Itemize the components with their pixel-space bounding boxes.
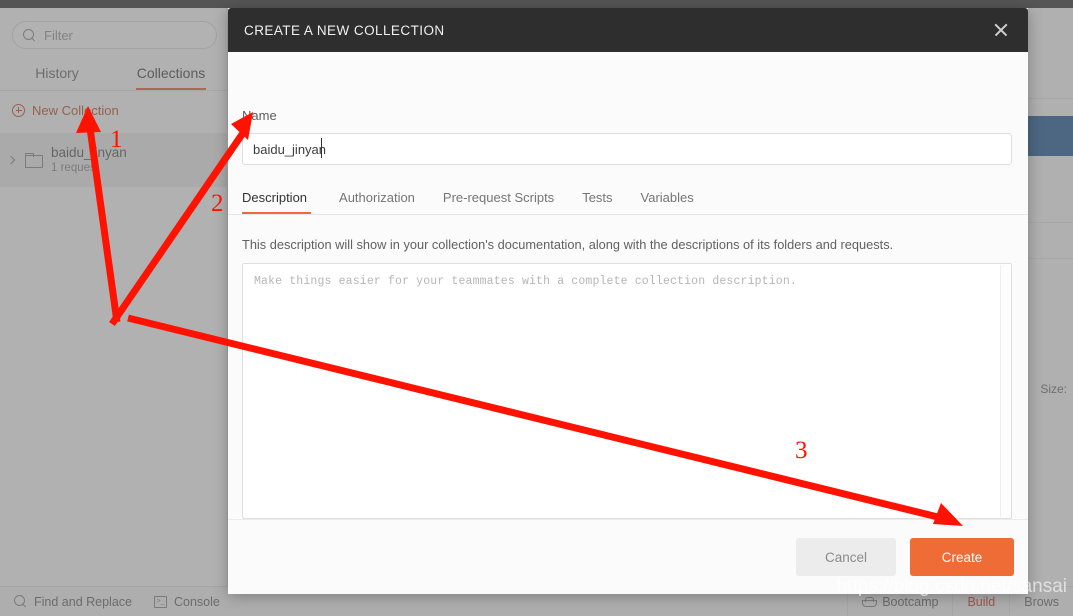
list-item[interactable]: baidu_jinyan 1 request [0, 133, 228, 187]
chevron-right-icon[interactable] [6, 155, 16, 165]
tab-history[interactable]: History [0, 58, 114, 90]
collection-name: baidu_jinyan [51, 144, 127, 160]
tab-description[interactable]: Description [242, 190, 325, 214]
find-and-replace-label: Find and Replace [34, 594, 132, 609]
new-collection-button[interactable]: New Collection [0, 98, 228, 122]
background-blue-button[interactable] [1025, 116, 1073, 156]
console-label: Console [173, 594, 220, 609]
name-input[interactable] [242, 133, 1012, 165]
name-field-label: Name [242, 108, 277, 123]
tab-pre-request-scripts[interactable]: Pre-request Scripts [429, 190, 568, 214]
new-collection-label: New Collection [32, 102, 119, 118]
modal-header: CREATE A NEW COLLECTION [228, 8, 1028, 52]
tab-authorization[interactable]: Authorization [325, 190, 429, 214]
folder-icon [25, 153, 43, 168]
text-caret [321, 138, 322, 158]
tab-collections[interactable]: Collections [114, 58, 228, 90]
statusbar-left-group: Find and Replace >_ Console [0, 595, 220, 609]
textarea-scrollbar[interactable] [1000, 265, 1010, 517]
console-icon: >_ [153, 595, 167, 608]
search-icon [14, 595, 27, 608]
create-button[interactable]: Create [910, 538, 1014, 576]
close-icon[interactable] [990, 19, 1012, 41]
collection-text: baidu_jinyan 1 request [51, 145, 127, 176]
sidebar-tabs: History Collections [0, 58, 228, 91]
modal-footer: Cancel Create [228, 519, 1028, 594]
sidebar: Filter History Collections New Collectio… [0, 8, 228, 586]
postman-app-window: mples 0 s Size: Filter History Collectio… [0, 0, 1073, 616]
find-and-replace-button[interactable]: Find and Replace [14, 595, 132, 609]
create-collection-modal: CREATE A NEW COLLECTION Name Description… [228, 8, 1028, 594]
tab-variables[interactable]: Variables [627, 190, 708, 214]
console-button[interactable]: >_ Console [153, 594, 220, 609]
description-textarea[interactable]: Make things easier for your teammates wi… [242, 263, 1012, 519]
tab-tests[interactable]: Tests [568, 190, 626, 214]
modal-body: Name Description Authorization Pre-reque… [228, 52, 1028, 545]
window-titlebar [0, 0, 1073, 8]
cancel-button[interactable]: Cancel [796, 538, 896, 576]
modal-title: CREATE A NEW COLLECTION [244, 22, 445, 38]
plus-circle-icon [12, 103, 25, 117]
graduation-cap-icon [862, 596, 878, 607]
search-input[interactable]: Filter [12, 21, 217, 49]
search-placeholder: Filter [44, 27, 73, 43]
background-size-label: Size: [1040, 382, 1067, 396]
modal-tabs: Description Authorization Pre-request Sc… [228, 181, 1028, 215]
description-help-text: This description will show in your colle… [242, 237, 894, 252]
bootcamp-label: Bootcamp [882, 594, 939, 609]
collection-request-count: 1 request [51, 161, 99, 174]
description-placeholder: Make things easier for your teammates wi… [254, 275, 797, 288]
search-icon [23, 28, 36, 42]
